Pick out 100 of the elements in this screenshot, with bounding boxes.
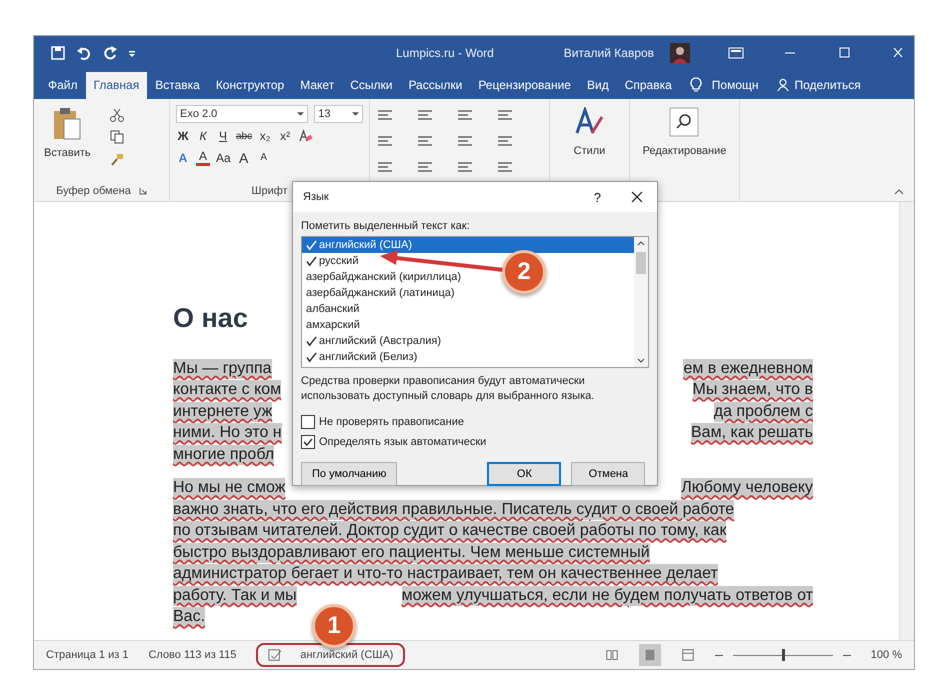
selected-text: контакте с ком: [173, 380, 282, 400]
selected-text: многие пробл: [173, 444, 274, 465]
brush-icon[interactable]: [108, 151, 125, 167]
page-count[interactable]: Страница 1 из 1: [46, 649, 128, 661]
copy-icon[interactable]: [108, 129, 125, 145]
ribbon-tab[interactable]: Справка: [616, 72, 680, 99]
dialog-launcher-icon[interactable]: [138, 187, 147, 195]
font-name-field[interactable]: Exo 2.0: [176, 105, 308, 123]
avatar-icon[interactable]: [670, 42, 690, 62]
customize-icon[interactable]: [128, 48, 136, 56]
format-button[interactable]: x₂: [258, 129, 272, 143]
selected-text: ем в ежедневном: [683, 358, 813, 379]
format-button[interactable]: Aa: [216, 150, 231, 164]
format-button[interactable]: A: [196, 149, 210, 166]
language-item[interactable]: амхарский: [302, 317, 364, 333]
ribbon-tab[interactable]: Вставка: [147, 72, 208, 99]
format-button[interactable]: x²: [278, 129, 292, 143]
scroll-bar[interactable]: [899, 202, 914, 640]
format-button[interactable]: abc: [236, 130, 252, 142]
zoom-level[interactable]: 100 %: [870, 649, 902, 661]
person-icon[interactable]: [776, 77, 789, 93]
lightbulb-icon[interactable]: [690, 77, 702, 93]
language-item[interactable]: азербайджанский (латиница): [302, 285, 459, 301]
selected-text: Мы — группа: [173, 358, 272, 379]
tell-me-link[interactable]: Помощн: [704, 72, 767, 99]
checkbox-label: Не проверять правописание: [319, 416, 464, 428]
selected-text: важно знать, что его действия правильные. Писатель судит о своей работе: [173, 500, 734, 520]
undo-icon[interactable]: [76, 44, 92, 60]
paragraph-format-icon[interactable]: [496, 161, 514, 175]
search-icon: [669, 107, 700, 137]
paragraph-format-icon[interactable]: [416, 135, 434, 149]
checkbox[interactable]: [301, 435, 315, 449]
ribbon-tab[interactable]: Вид: [578, 72, 617, 99]
checkbox-label: Определять язык автоматически: [319, 436, 486, 448]
ribbon-tab[interactable]: Конструктор: [208, 72, 292, 99]
styles-button[interactable]: Стили: [574, 103, 606, 157]
language-item[interactable]: английский (США): [302, 237, 634, 253]
zoom-slider-thumb[interactable]: [782, 649, 785, 661]
format-button[interactable]: A: [176, 150, 190, 164]
scroll-bar[interactable]: [634, 237, 648, 367]
selected-text: быстро выздоравливают его пациенты. Чем меньше системный: [173, 542, 650, 563]
paragraph-format-icon[interactable]: [496, 109, 514, 123]
scissors-icon[interactable]: [108, 107, 125, 123]
format-button[interactable]: К: [196, 129, 210, 143]
paragraph-format-icon[interactable]: [416, 109, 434, 123]
dialog-button[interactable]: Отмена: [571, 462, 646, 486]
ribbon-tab[interactable]: Макет: [292, 72, 342, 99]
caret-icon[interactable]: [297, 112, 304, 116]
language-item[interactable]: английский (Белиз): [302, 349, 422, 365]
selected-text: да проблем с: [714, 402, 813, 422]
ribbon-tab[interactable]: Главная: [86, 72, 148, 99]
format-button[interactable]: A: [236, 150, 251, 166]
group-label: Буфер обмена: [56, 185, 131, 197]
paragraph-format-icon[interactable]: [496, 135, 514, 149]
paragraph-format-icon[interactable]: [376, 135, 394, 149]
dialog-button[interactable]: ОК: [487, 462, 562, 486]
clear-format-icon[interactable]: [298, 128, 314, 144]
paragraph-format-icon[interactable]: [376, 109, 394, 123]
ribbon-display-icon[interactable]: [728, 46, 744, 58]
ribbon-tab[interactable]: Рецензирование: [470, 72, 579, 99]
close-icon[interactable]: [631, 191, 643, 203]
redo-icon[interactable]: [102, 44, 118, 60]
share-button[interactable]: Поделиться: [790, 72, 869, 99]
help-button[interactable]: ?: [594, 190, 601, 204]
web-layout-icon[interactable]: [680, 648, 695, 662]
format-button[interactable]: A: [256, 152, 271, 163]
user-name: Виталий Кавров: [564, 46, 654, 60]
paragraph-format-icon[interactable]: [376, 161, 394, 175]
save-icon[interactable]: [50, 44, 66, 60]
group-label: Шрифт: [251, 185, 288, 197]
editing-button[interactable]: Редактирование: [642, 103, 726, 157]
dialog-button[interactable]: По умолчанию: [301, 462, 398, 486]
checkbox[interactable]: [301, 415, 315, 429]
language-item[interactable]: албанский: [302, 301, 364, 317]
paragraph-format-icon[interactable]: [416, 161, 434, 175]
language-item[interactable]: русский: [302, 253, 362, 269]
paste-button[interactable]: Вставить: [40, 103, 95, 183]
format-button[interactable]: Ч: [216, 129, 230, 143]
selected-text: ними. Но это н: [173, 423, 282, 444]
selected-text: работу. Так и мы: [173, 586, 297, 606]
language-item[interactable]: английский (Австралия): [302, 333, 446, 349]
print-layout-icon[interactable]: [638, 644, 661, 666]
selected-text: можем улучшаться, если не будем получать ответов от: [402, 586, 813, 606]
selected-text: Вам, как решать: [691, 423, 813, 444]
paragraph-format-icon[interactable]: [456, 161, 474, 175]
dialog-note: Средства проверки правописания будут автоматически использовать доступный словарь для выбранного языка.: [301, 374, 596, 404]
font-size-field[interactable]: 13: [314, 105, 363, 123]
word-count[interactable]: Слово 113 из 115: [148, 649, 236, 661]
styles-icon: [574, 107, 604, 137]
selected-text: администратор бегает и что-то настраивает, тем он качественнее делает: [173, 564, 718, 584]
ribbon-tab[interactable]: Ссылки: [342, 72, 400, 99]
ribbon-tab[interactable]: Файл: [40, 72, 86, 99]
collapse-ribbon-icon[interactable]: [894, 189, 904, 195]
read-mode-icon[interactable]: [604, 648, 619, 662]
ribbon-tab[interactable]: Рассылки: [400, 72, 470, 99]
paragraph-format-icon[interactable]: [456, 109, 474, 123]
paragraph-format-icon[interactable]: [456, 135, 474, 149]
language-item[interactable]: азербайджанский (кириллица): [302, 269, 466, 285]
format-button[interactable]: Ж: [176, 129, 190, 143]
caret-icon[interactable]: [352, 112, 359, 116]
